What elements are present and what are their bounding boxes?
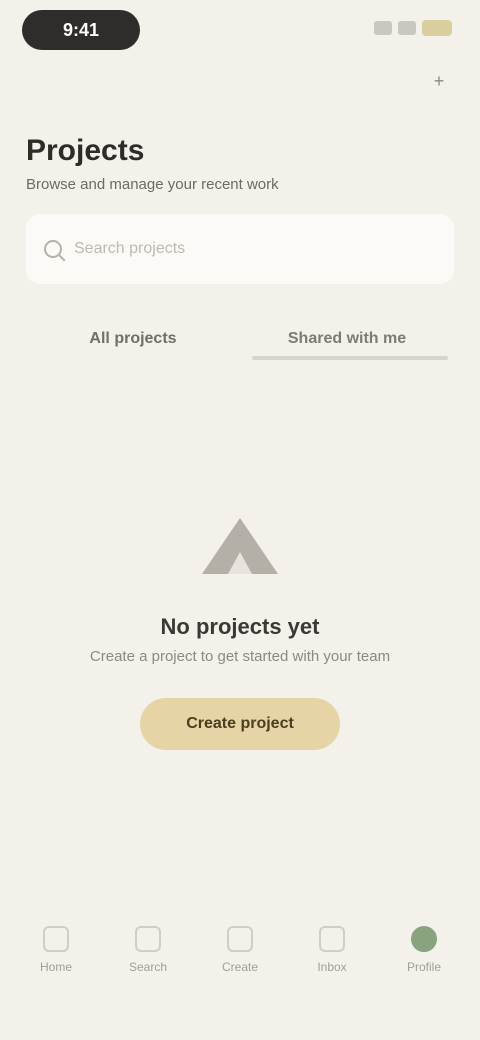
battery-icon — [422, 20, 452, 36]
signal-icon — [374, 21, 392, 35]
nav-item-search[interactable]: Search — [112, 904, 184, 996]
empty-state-icon — [202, 518, 278, 574]
empty-state-subtitle: Create a project to get started with you… — [89, 648, 391, 665]
empty-state-title: No projects yet — [160, 614, 320, 639]
nav-label: Profile — [406, 960, 441, 974]
search-box[interactable] — [26, 214, 454, 284]
bottom-navigation: Home Search Create Inbox Profile — [0, 900, 480, 1040]
plus-icon[interactable]: + — [428, 70, 450, 92]
tab-indicator — [252, 356, 448, 360]
home-icon — [43, 926, 69, 952]
nav-item-inbox[interactable]: Inbox — [296, 904, 368, 996]
search-icon — [135, 926, 161, 952]
status-bar: 9:41 — [0, 0, 480, 64]
nav-label: Inbox — [317, 960, 347, 974]
status-icons — [374, 20, 452, 36]
nav-item-profile[interactable]: Profile — [388, 904, 460, 996]
tab-shared-with-me[interactable]: Shared with me — [240, 304, 454, 374]
search-input[interactable] — [74, 240, 436, 258]
nav-item-home[interactable]: Home — [20, 904, 92, 996]
wifi-icon — [398, 21, 416, 35]
nav-label: Search — [128, 960, 168, 974]
create-project-button[interactable]: Create project — [140, 698, 340, 750]
page-subtitle: Browse and manage your recent work — [26, 176, 279, 193]
page-title: Projects — [26, 134, 145, 167]
nav-label: Create — [221, 960, 259, 974]
inbox-icon — [319, 926, 345, 952]
profile-icon — [411, 926, 437, 952]
plus-icon — [227, 926, 253, 952]
empty-state: No projects yet Create a project to get … — [0, 498, 480, 758]
tab-all-projects[interactable]: All projects — [26, 304, 240, 374]
nav-item-create[interactable]: Create — [204, 904, 276, 996]
nav-label: Home — [39, 960, 72, 974]
search-icon — [44, 240, 62, 258]
status-time: 9:41 — [22, 10, 140, 50]
tab-bar: All projects Shared with me — [26, 304, 454, 374]
